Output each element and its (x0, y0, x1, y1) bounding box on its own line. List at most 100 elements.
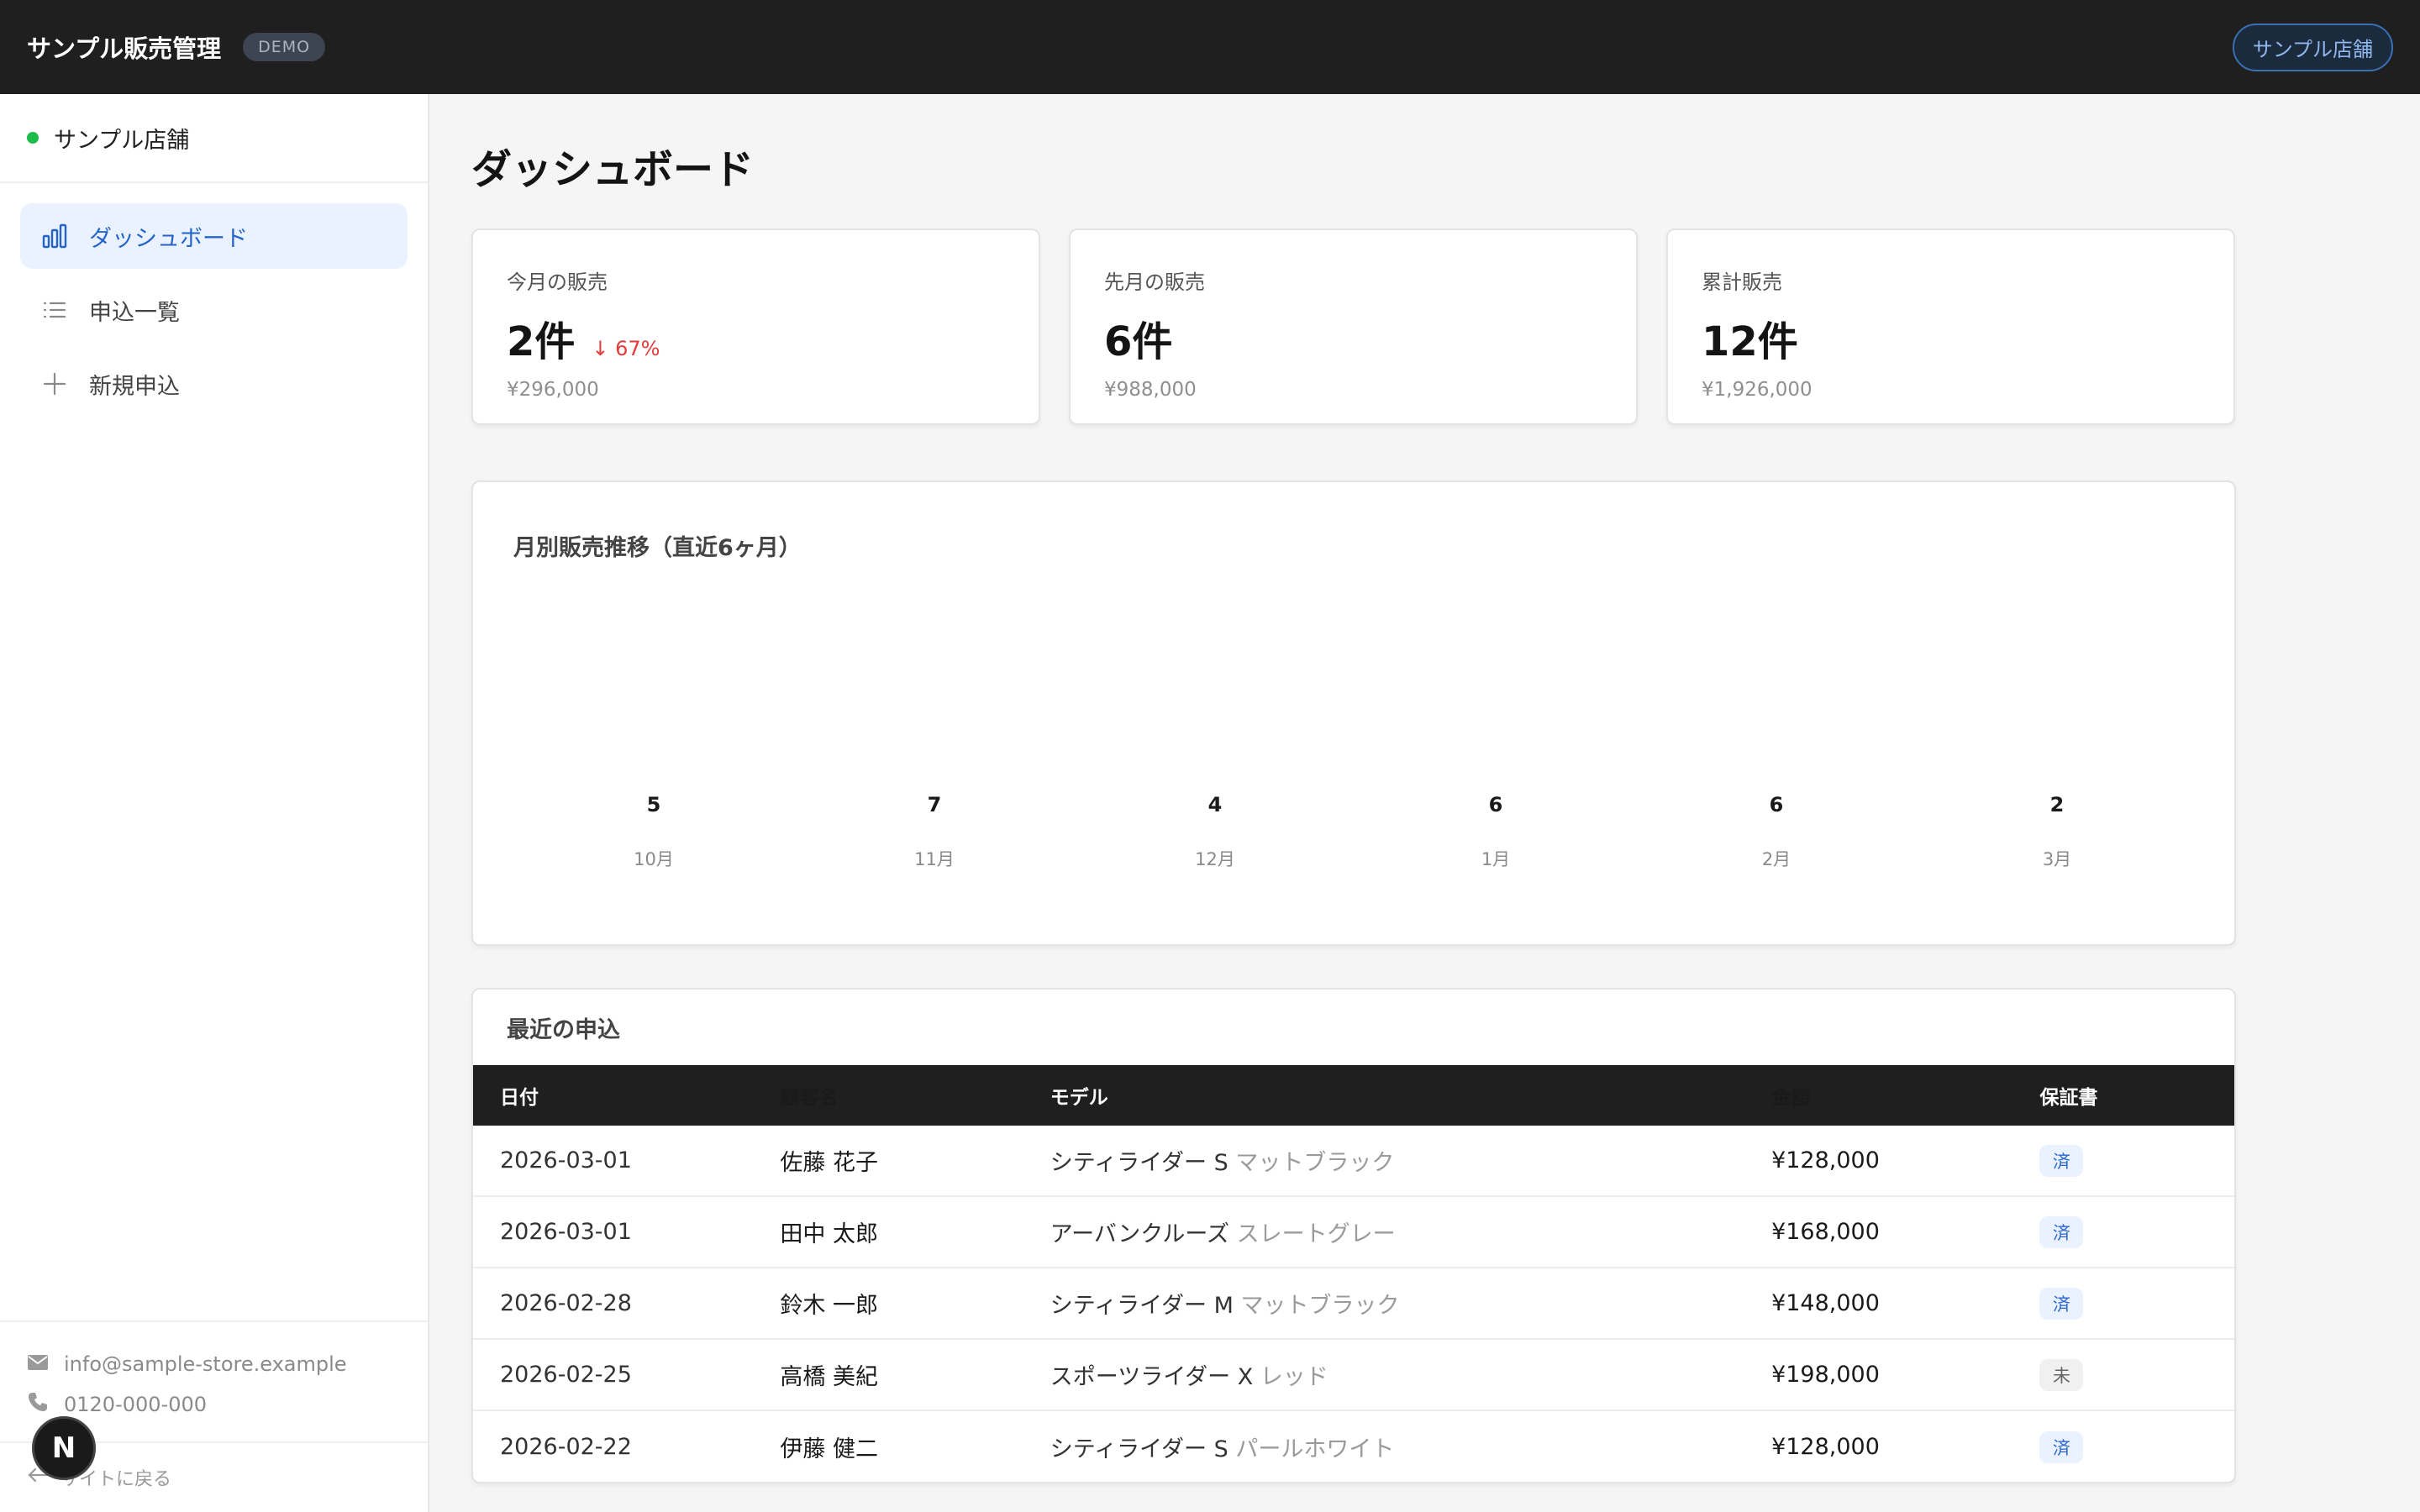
stat-delta: ↓ 67% (592, 337, 660, 360)
bar-2[interactable] (892, 600, 976, 801)
bar-chart-icon (40, 222, 69, 250)
cell-date: 2026-03-01 (500, 1219, 632, 1245)
table-row[interactable]: 2026-02-22 伊藤 健二 シティライダー S パールホワイト ¥128,… (473, 1411, 2234, 1482)
stat-label: 先月の販売 (1104, 270, 1205, 294)
cell-warranty: 済 (2039, 1287, 2234, 1320)
x-tick-label: 11月 (914, 849, 955, 869)
model-name: スポーツライダー X (1050, 1364, 1254, 1390)
bar-4[interactable] (1454, 628, 1538, 801)
warranty-badge: 済 (2039, 1287, 2084, 1320)
sidebar-item-applications[interactable]: 申込一覧 (20, 277, 408, 343)
app-title[interactable]: サンプル販売管理 (27, 29, 221, 65)
cell-date: 2026-02-25 (500, 1362, 632, 1388)
sidebar-item-label: 新規申込 (89, 373, 180, 400)
dev-tools-n-icon[interactable]: N (32, 1416, 96, 1480)
email-row: info@sample-store.example (27, 1344, 401, 1384)
cell-warranty: 未 (2039, 1358, 2234, 1391)
cell-model: スポーツライダー X レッド (1050, 1358, 1771, 1391)
column-header-model[interactable]: モデル (1050, 1081, 1771, 1110)
bar-value-label: 6 (1770, 793, 1784, 816)
top-bar: サンプル販売管理 DEMO サンプル店舗 (0, 0, 2420, 94)
cell-date: 2026-03-01 (500, 1147, 632, 1173)
x-tick-label: 10月 (634, 849, 674, 869)
model-name: シティライダー S (1050, 1436, 1228, 1462)
bar-1[interactable] (612, 658, 696, 801)
model-variant: マットブラック (1235, 1150, 1395, 1176)
sidebar-item-dashboard[interactable]: ダッシュボード (20, 203, 408, 269)
cell-model: シティライダー M マットブラック (1050, 1287, 1771, 1320)
model-variant: マットブラック (1240, 1293, 1400, 1319)
chart-area: 5 10月 7 11月 4 12月 6 1月 6 2月 2 3月 (513, 558, 2197, 911)
stat-value: 2件 (507, 318, 576, 365)
warranty-badge: 済 (2039, 1215, 2084, 1248)
cell-customer: 伊藤 健二 (780, 1436, 878, 1462)
cell-date: 2026-02-22 (500, 1434, 632, 1460)
sidebar-item-new-application[interactable]: 新規申込 (20, 351, 408, 417)
sidebar-item-label: ダッシュボード (89, 225, 248, 252)
bar-5[interactable] (1734, 628, 1818, 801)
cell-model: アーバンクルーズ スレートグレー (1050, 1215, 1771, 1248)
bar-value-label: 5 (647, 793, 661, 816)
cell-amount: ¥168,000 (1771, 1219, 1880, 1245)
plus-icon (40, 370, 69, 398)
table-row[interactable]: 2026-03-01 田中 太郎 アーバンクルーズ スレートグレー ¥168,0… (473, 1197, 2234, 1268)
list-icon (40, 296, 69, 324)
email-link[interactable]: info@sample-store.example (64, 1352, 347, 1376)
cell-amount: ¥128,000 (1771, 1434, 1880, 1460)
warranty-badge: 未 (2039, 1358, 2084, 1391)
cell-warranty: 済 (2039, 1431, 2234, 1463)
cell-amount: ¥198,000 (1771, 1362, 1880, 1388)
table-row[interactable]: 2026-02-28 鈴木 一郎 シティライダー M マットブラック ¥148,… (473, 1268, 2234, 1340)
warranty-badge: 済 (2039, 1431, 2084, 1463)
stat-amount: ¥296,000 (507, 379, 599, 401)
cell-customer: 田中 太郎 (780, 1221, 878, 1247)
column-header-amount[interactable]: 金額 (1771, 1081, 2039, 1110)
bar-value-label: 2 (2050, 793, 2065, 816)
x-tick-label: 12月 (1195, 849, 1235, 869)
stat-value: 6件 (1104, 318, 1173, 365)
recent-applications-card: 最近の申込 日付 顧客名 モデル 金額 保証書 2026-03-01 佐藤 花子… (471, 988, 2236, 1483)
cell-model: シティライダー S パールホワイト (1050, 1431, 1771, 1463)
x-tick-label: 3月 (2043, 849, 2071, 869)
x-tick-label: 2月 (1762, 849, 1791, 869)
bar-value-label: 6 (1489, 793, 1503, 816)
cell-amount: ¥128,000 (1771, 1147, 1880, 1173)
monthly-sales-chart-card: 月別販売推移（直近6ヶ月） 5 10月 7 11月 4 12月 6 1月 6 2月 2 3月 (471, 480, 2236, 946)
bar-value-label: 4 (1208, 793, 1223, 816)
model-name: シティライダー M (1050, 1293, 1234, 1319)
cell-customer: 高橋 美紀 (780, 1364, 878, 1390)
bar-3[interactable] (1173, 686, 1257, 801)
phone-icon (27, 1391, 49, 1418)
model-variant: レッド (1260, 1364, 1328, 1390)
stat-amount: ¥988,000 (1104, 379, 1197, 401)
table-header: 日付 顧客名 モデル 金額 保証書 (473, 1065, 2234, 1126)
column-header-customer[interactable]: 顧客名 (780, 1081, 1050, 1110)
page-title: ダッシュボード (471, 146, 755, 193)
table-title: 最近の申込 (507, 1016, 620, 1043)
table-row[interactable]: 2026-03-01 佐藤 花子 シティライダー S マットブラック ¥128,… (473, 1126, 2234, 1197)
cell-amount: ¥148,000 (1771, 1290, 1880, 1316)
cell-warranty: 済 (2039, 1144, 2234, 1177)
table-row[interactable]: 2026-02-25 高橋 美紀 スポーツライダー X レッド ¥198,000… (473, 1340, 2234, 1411)
store-name: サンプル店舗 (54, 127, 190, 154)
cell-warranty: 済 (2039, 1215, 2234, 1248)
bar-chart: 5 10月 7 11月 4 12月 6 1月 6 2月 2 3月 (612, 600, 2071, 869)
model-variant: スレートグレー (1236, 1221, 1396, 1247)
x-tick-label: 1月 (1481, 849, 1510, 869)
store-indicator: サンプル店舗 (0, 94, 428, 183)
cell-model: シティライダー S マットブラック (1050, 1144, 1771, 1177)
column-header-date[interactable]: 日付 (473, 1081, 780, 1110)
phone-link[interactable]: 0120-000-000 (64, 1393, 207, 1416)
warranty-badge: 済 (2039, 1144, 2084, 1177)
stat-card-last-month: 先月の販売 6件 ¥988,000 (1069, 228, 1638, 425)
demo-badge: DEMO (243, 33, 326, 61)
cell-date: 2026-02-28 (500, 1290, 632, 1316)
online-status-dot (27, 132, 39, 144)
store-switch-button[interactable]: サンプル店舗 (2232, 23, 2393, 71)
cell-customer: 鈴木 一郎 (780, 1293, 878, 1319)
stats-row: 今月の販売 2件 ↓ 67% ¥296,000 先月の販売 6件 ¥988,00… (471, 228, 2236, 425)
phone-row: 0120-000-000 (27, 1384, 401, 1425)
sidebar-item-label: 申込一覧 (89, 299, 180, 326)
stat-label: 累計販売 (1702, 270, 1782, 294)
column-header-warranty[interactable]: 保証書 (2039, 1081, 2234, 1110)
